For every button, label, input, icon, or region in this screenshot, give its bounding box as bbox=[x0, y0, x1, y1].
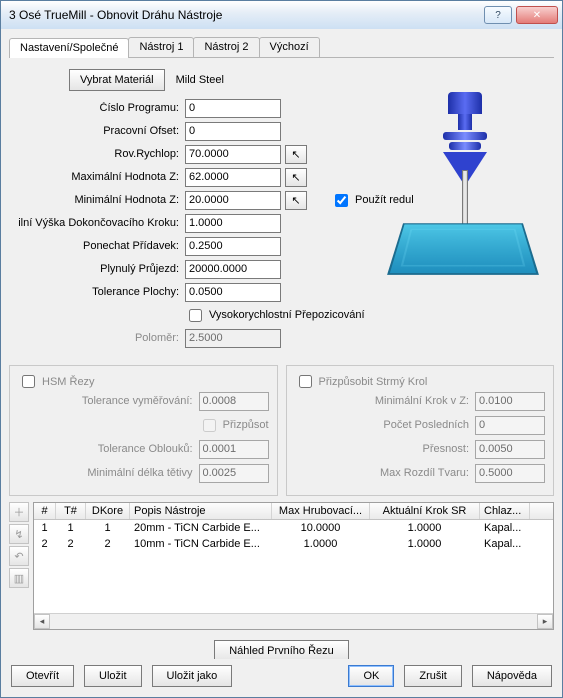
hsm-cuts-input[interactable] bbox=[22, 375, 35, 388]
scroll-left-icon[interactable]: ◂ bbox=[34, 614, 50, 629]
label-program-no: Číslo Programu: bbox=[13, 102, 185, 114]
col-maxr[interactable]: Max Hrubovací... bbox=[272, 503, 370, 519]
col-t[interactable]: T# bbox=[56, 503, 86, 519]
input-finish-step[interactable] bbox=[185, 214, 281, 233]
grid-hscroll[interactable]: ◂▸ bbox=[34, 613, 553, 629]
hsm-repos-label: Vysokorychlostní Přepozicování bbox=[209, 309, 365, 321]
dialog-footer: Otevřít Uložit Uložit jako OK Zrušit Náp… bbox=[1, 659, 562, 697]
pick-minz-icon[interactable]: ↖ bbox=[285, 191, 307, 210]
window-buttons: ? ✕ bbox=[484, 6, 558, 24]
settings-panel: Vybrat Materiál Mild Steel Číslo Program… bbox=[9, 64, 554, 355]
grid-side-buttons: ＋ ↯ ↶ ▥ bbox=[9, 502, 29, 630]
dialog-window: 3 Osé TrueMill - Obnovit Dráhu Nástroje … bbox=[0, 0, 563, 698]
titlebar: 3 Osé TrueMill - Obnovit Dráhu Nástroje … bbox=[1, 1, 562, 29]
tab-strip: Nastavení/Společné Nástroj 1 Nástroj 2 V… bbox=[9, 37, 554, 58]
input-leave-allow[interactable] bbox=[185, 237, 281, 256]
help-icon[interactable]: ? bbox=[484, 6, 512, 24]
input-last-count bbox=[475, 416, 545, 435]
scroll-right-icon[interactable]: ▸ bbox=[537, 614, 553, 629]
save-as-button[interactable]: Uložit jako bbox=[152, 665, 233, 687]
label-min-z: Minimální Hodnota Z: bbox=[13, 194, 185, 206]
label-leave-allow: Ponechat Přídavek: bbox=[13, 240, 185, 252]
label-work-offset: Pracovní Ofset: bbox=[13, 125, 185, 137]
input-program-no[interactable] bbox=[185, 99, 281, 118]
grid-body: 1 1 1 20mm - TiCN Carbide E... 10.0000 1… bbox=[34, 520, 553, 613]
label-arc-tol: Tolerance Oblouků: bbox=[18, 443, 199, 455]
input-tol-meas bbox=[199, 392, 269, 411]
preview-first-cut-button[interactable]: Náhled Prvního Řezu bbox=[214, 640, 349, 659]
label-tol-meas: Tolerance vyměřování: bbox=[18, 395, 199, 407]
col-step[interactable]: Aktuální Krok SR bbox=[370, 503, 480, 519]
adapt-checkbox: Přizpůsot bbox=[199, 416, 269, 435]
tab-tool1[interactable]: Nástroj 1 bbox=[128, 37, 194, 57]
help-button[interactable]: Nápověda bbox=[472, 665, 552, 687]
label-accuracy: Přesnost: bbox=[295, 443, 476, 455]
input-smooth-pass[interactable] bbox=[185, 260, 281, 279]
input-surf-tol[interactable] bbox=[185, 283, 281, 302]
group-hsm: HSM Řezy Tolerance vyměřování: Přizpůsot… bbox=[9, 365, 278, 496]
steep-label: Přizpůsobit Strmý Krol bbox=[319, 376, 428, 388]
use-redul-input[interactable] bbox=[335, 194, 348, 207]
label-rapid-plane: Rov.Rychlop: bbox=[13, 148, 185, 160]
material-name: Mild Steel bbox=[176, 74, 224, 86]
tool-grid[interactable]: # T# DKore Popis Nástroje Max Hrubovací.… bbox=[33, 502, 554, 630]
tab-common[interactable]: Nastavení/Společné bbox=[9, 38, 129, 58]
tool-illustration bbox=[378, 84, 548, 294]
cancel-button[interactable]: Zrušit bbox=[404, 665, 462, 687]
ok-button[interactable]: OK bbox=[348, 665, 394, 687]
input-rapid-plane[interactable] bbox=[185, 145, 281, 164]
label-surf-tol: Tolerance Plochy: bbox=[13, 286, 185, 298]
steep-checkbox[interactable]: Přizpůsobit Strmý Krol bbox=[295, 372, 546, 391]
input-max-shape bbox=[475, 464, 545, 483]
grid-header: # T# DKore Popis Nástroje Max Hrubovací.… bbox=[34, 503, 553, 520]
table-row[interactable]: 2 2 2 10mm - TiCN Carbide E... 1.0000 1.… bbox=[34, 536, 553, 552]
hsm-cuts-checkbox[interactable]: HSM Řezy bbox=[18, 372, 269, 391]
label-radius: Poloměr: bbox=[13, 332, 185, 344]
adapt-input bbox=[203, 419, 216, 432]
hsm-repos-input[interactable] bbox=[189, 309, 202, 322]
col-cool[interactable]: Chlaz... bbox=[480, 503, 530, 519]
label-max-z: Maximální Hodnota Z: bbox=[13, 171, 185, 183]
move-up-icon[interactable]: ↶ bbox=[9, 546, 29, 566]
input-min-z[interactable] bbox=[185, 191, 281, 210]
input-radius bbox=[185, 329, 281, 348]
label-smooth-pass: Plynulý Průjezd: bbox=[13, 263, 185, 275]
save-button[interactable]: Uložit bbox=[84, 665, 142, 687]
label-max-shape: Max Rozdíl Tvaru: bbox=[295, 467, 476, 479]
input-min-chord bbox=[199, 464, 269, 483]
group-steep: Přizpůsobit Strmý Krol Minimální Krok v … bbox=[286, 365, 555, 496]
label-last-count: Počet Posledních bbox=[295, 419, 476, 431]
tool-grid-area: ＋ ↯ ↶ ▥ # T# DKore Popis Nástroje Max Hr… bbox=[9, 502, 554, 630]
client-area: Nastavení/Společné Nástroj 1 Nástroj 2 V… bbox=[1, 29, 562, 659]
adapt-label: Přizpůsot bbox=[223, 419, 269, 431]
open-button[interactable]: Otevřít bbox=[11, 665, 74, 687]
input-max-z[interactable] bbox=[185, 168, 281, 187]
label-finish-step: ilní Výška Dokončovacího Kroku: bbox=[13, 217, 185, 229]
input-work-offset[interactable] bbox=[185, 122, 281, 141]
hsm-repos-checkbox[interactable]: Vysokorychlostní Přepozicování bbox=[185, 306, 365, 325]
pick-maxz-icon[interactable]: ↖ bbox=[285, 168, 307, 187]
add-row-icon[interactable]: ＋ bbox=[9, 502, 29, 522]
steep-input[interactable] bbox=[299, 375, 312, 388]
move-down-icon[interactable]: ▥ bbox=[9, 568, 29, 588]
table-row[interactable]: 1 1 1 20mm - TiCN Carbide E... 10.0000 1… bbox=[34, 520, 553, 536]
input-accuracy bbox=[475, 440, 545, 459]
col-n[interactable]: # bbox=[34, 503, 56, 519]
select-material-button[interactable]: Vybrat Materiál bbox=[69, 69, 165, 91]
window-title: 3 Osé TrueMill - Obnovit Dráhu Nástroje bbox=[9, 8, 484, 22]
hsm-cuts-label: HSM Řezy bbox=[42, 376, 95, 388]
input-min-step-z bbox=[475, 392, 545, 411]
label-min-chord: Minimální délka tětivy bbox=[18, 467, 199, 479]
tab-defaults[interactable]: Výchozí bbox=[259, 37, 320, 57]
tab-tool2[interactable]: Nástroj 2 bbox=[193, 37, 259, 57]
col-desc[interactable]: Popis Nástroje bbox=[130, 503, 272, 519]
option-groups: HSM Řezy Tolerance vyměřování: Přizpůsot… bbox=[9, 361, 554, 496]
close-icon[interactable]: ✕ bbox=[516, 6, 558, 24]
input-arc-tol bbox=[199, 440, 269, 459]
remove-row-icon[interactable]: ↯ bbox=[9, 524, 29, 544]
label-min-step-z: Minimální Krok v Z: bbox=[295, 395, 476, 407]
pick-rapid-icon[interactable]: ↖ bbox=[285, 145, 307, 164]
col-d[interactable]: DKore bbox=[86, 503, 130, 519]
